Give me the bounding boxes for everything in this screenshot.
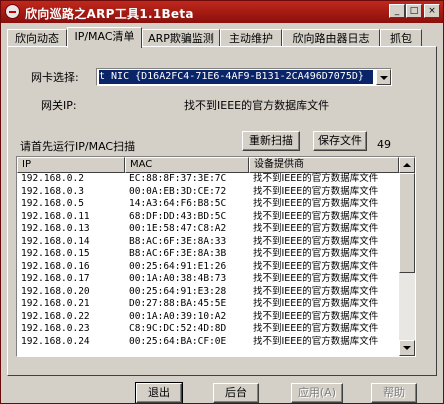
- app-logo-icon: [5, 4, 20, 19]
- table-row[interactable]: 192.168.0.17 00:1A:A0:38:4B:73 找不到IEEE的官方数…: [17, 273, 399, 286]
- save-file-button[interactable]: 保存文件: [313, 131, 367, 151]
- scroll-down-icon[interactable]: [399, 340, 415, 356]
- mac-cell: 14:A3:64:F6:B8:5C: [129, 198, 227, 209]
- vendor-cell: 找不到IEEE的官方数据库文件: [253, 248, 379, 259]
- rescan-button[interactable]: 重新扫描: [242, 131, 300, 151]
- table-row[interactable]: 192.168.0.23 C8:9C:DC:52:4D:8D 找不到IEEE的官方数…: [17, 323, 399, 336]
- mac-cell: 00:25:64:91:E3:28: [129, 285, 227, 297]
- mac-cell: 00:1E:58:47:C8:A2: [129, 223, 227, 234]
- mac-cell: 68:DF:DD:43:BD:5C: [129, 210, 227, 222]
- table-row[interactable]: 192.168.0.16 00:25:64:91:E1:26 找不到IEEE的官方数…: [17, 261, 399, 274]
- table-row[interactable]: 192.168.0.3 00:0A:EB:3D:CE:72 找不到IEEE的官方数据…: [17, 186, 399, 199]
- tab-ip-mac-list[interactable]: IP/MAC清单: [67, 27, 142, 48]
- scroll-up-icon[interactable]: [399, 157, 415, 173]
- column-header-vendor[interactable]: 设备提供商: [249, 157, 399, 173]
- scroll-thumb[interactable]: [399, 173, 415, 273]
- mac-cell: B8:AC:6F:3E:8A:3B: [129, 248, 227, 259]
- vendor-cell: 找不到IEEE的官方数据库文件: [253, 285, 379, 297]
- vendor-cell: 找不到IEEE的官方数据库文件: [253, 273, 379, 284]
- ip-cell: 192.168.0.24: [21, 335, 90, 347]
- tab-active-maintenance[interactable]: 主动维护: [220, 29, 282, 47]
- mac-cell: 00:0A:EB:3D:CE:72: [129, 185, 227, 197]
- table-row[interactable]: 192.168.0.11 68:DF:DD:43:BD:5C 找不到IEEE的官方数…: [17, 211, 399, 224]
- table-row[interactable]: 192.168.0.20 00:25:64:91:E3:28 找不到IEEE的官方数…: [17, 286, 399, 299]
- vendor-cell: 找不到IEEE的官方数据库文件: [253, 185, 379, 197]
- vendor-cell: 找不到IEEE的官方数据库文件: [253, 260, 379, 272]
- vendor-cell: 找不到IEEE的官方数据库文件: [253, 323, 379, 334]
- app-window: 欣向巡路之ARP工具1.1Beta _ □ × 欣向动态 IP/MAC清单 AR…: [0, 0, 444, 404]
- gateway-label: 网关IP:: [41, 99, 77, 112]
- tab-xinxiang-news[interactable]: 欣向动态: [7, 29, 67, 47]
- ip-cell: 192.168.0.11: [21, 210, 90, 222]
- ip-cell: 192.168.0.14: [21, 235, 90, 247]
- mac-cell: B8:AC:6F:3E:8A:33: [129, 235, 227, 247]
- ip-cell: 192.168.0.2: [21, 173, 84, 184]
- table-header: IP MAC 设备提供商: [17, 157, 399, 173]
- maximize-button[interactable]: □: [406, 4, 422, 18]
- ip-cell: 192.168.0.5: [21, 198, 84, 209]
- vendor-cell: 找不到IEEE的官方数据库文件: [253, 335, 379, 347]
- table-row[interactable]: 192.168.0.22 00:1A:A0:39:10:A2 找不到IEEE的官方数…: [17, 311, 399, 324]
- ip-cell: 192.168.0.16: [21, 260, 90, 272]
- chevron-down-icon[interactable]: [376, 69, 391, 85]
- window-title: 欣向巡路之ARP工具1.1Beta: [25, 7, 194, 21]
- vendor-cell: 找不到IEEE的官方数据库文件: [253, 173, 379, 184]
- close-button[interactable]: ×: [424, 4, 440, 18]
- table-row[interactable]: 192.168.0.13 00:1E:58:47:C8:A2 找不到IEEE的官方数…: [17, 223, 399, 236]
- table-row[interactable]: 192.168.0.5 14:A3:64:F6:B8:5C 找不到IEEE的官方数据…: [17, 198, 399, 211]
- table-vertical-scrollbar[interactable]: [399, 157, 415, 356]
- nic-selected-value: t NIC {D16A2FC4-71E6-4AF9-B131-2CA496D70…: [99, 70, 373, 84]
- table-body: 192.168.0.2 EC:88:8F:37:3E:7C 找不到IEEE的官方数据…: [17, 173, 399, 348]
- apply-button[interactable]: 应用(A): [291, 383, 343, 403]
- exit-button[interactable]: 退出: [135, 382, 183, 403]
- column-header-mac[interactable]: MAC: [125, 157, 249, 173]
- tab-arp-spoof-monitor[interactable]: ARP欺骗监测: [142, 29, 220, 47]
- ip-cell: 192.168.0.3: [21, 185, 84, 197]
- gateway-value: 找不到IEEE的官方数据库文件: [184, 99, 330, 112]
- table-row[interactable]: 192.168.0.14 B8:AC:6F:3E:8A:33 找不到IEEE的官方数…: [17, 236, 399, 249]
- nic-label: 网卡选择:: [31, 71, 79, 84]
- ip-cell: 192.168.0.15: [21, 248, 90, 259]
- mac-cell: EC:88:8F:37:3E:7C: [129, 173, 227, 184]
- table-row[interactable]: 192.168.0.21 D0:27:88:BA:45:5E 找不到IEEE的官方数…: [17, 298, 399, 311]
- mac-cell: 00:25:64:BA:CF:0E: [129, 335, 227, 347]
- help-button[interactable]: 帮助: [371, 383, 417, 403]
- minimize-button[interactable]: _: [389, 4, 405, 18]
- ip-cell: 192.168.0.21: [21, 298, 90, 309]
- vendor-cell: 找不到IEEE的官方数据库文件: [253, 198, 379, 209]
- tab-packet-capture[interactable]: 抓包: [380, 29, 422, 47]
- scan-hint: 请首先运行IP/MAC扫描: [20, 140, 136, 153]
- ip-cell: 192.168.0.17: [21, 273, 90, 284]
- device-count: 49: [377, 138, 391, 151]
- ip-cell: 192.168.0.20: [21, 285, 90, 297]
- column-header-ip[interactable]: IP: [17, 157, 125, 173]
- table-row[interactable]: 192.168.0.24 00:25:64:BA:CF:0E 找不到IEEE的官方数…: [17, 336, 399, 349]
- ip-cell: 192.168.0.22: [21, 310, 90, 322]
- mac-cell: 00:25:64:91:E1:26: [129, 260, 227, 272]
- vendor-cell: 找不到IEEE的官方数据库文件: [253, 210, 379, 222]
- mac-cell: C8:9C:DC:52:4D:8D: [129, 323, 227, 334]
- title-bar[interactable]: 欣向巡路之ARP工具1.1Beta _ □ ×: [1, 1, 443, 23]
- mac-cell: 00:1A:A0:38:4B:73: [129, 273, 227, 284]
- table-row[interactable]: 192.168.0.2 EC:88:8F:37:3E:7C 找不到IEEE的官方数据…: [17, 173, 399, 186]
- vendor-cell: 找不到IEEE的官方数据库文件: [253, 310, 379, 322]
- vendor-cell: 找不到IEEE的官方数据库文件: [253, 235, 379, 247]
- background-button[interactable]: 后台: [213, 383, 259, 403]
- vendor-cell: 找不到IEEE的官方数据库文件: [253, 298, 379, 309]
- tab-router-log[interactable]: 欣向路由器日志: [282, 29, 380, 47]
- ip-mac-table[interactable]: IP MAC 设备提供商 192.168.0.2 EC:88:8F:37:3E:7…: [16, 156, 416, 357]
- vendor-cell: 找不到IEEE的官方数据库文件: [253, 223, 379, 234]
- ip-cell: 192.168.0.13: [21, 223, 90, 234]
- mac-cell: 00:1A:A0:39:10:A2: [129, 310, 227, 322]
- nic-select[interactable]: t NIC {D16A2FC4-71E6-4AF9-B131-2CA496D70…: [96, 68, 392, 86]
- mac-cell: D0:27:88:BA:45:5E: [129, 298, 227, 309]
- ip-cell: 192.168.0.23: [21, 323, 90, 334]
- table-row[interactable]: 192.168.0.15 B8:AC:6F:3E:8A:3B 找不到IEEE的官方数…: [17, 248, 399, 261]
- tab-bar: 欣向动态 IP/MAC清单 ARP欺骗监测 主动维护 欣向路由器日志 抓包: [7, 27, 441, 48]
